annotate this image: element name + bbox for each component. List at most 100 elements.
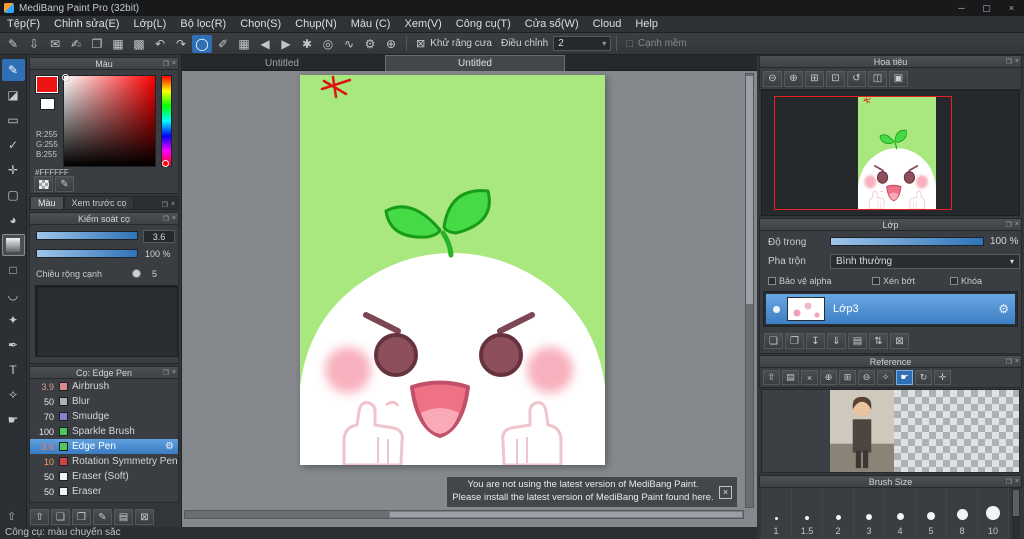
blend-mode-dropdown[interactable]: Bình thường ▾ (830, 254, 1020, 269)
import-image-icon[interactable]: ⇧ (763, 370, 780, 385)
vertical-scrollbar-thumb[interactable] (746, 76, 753, 304)
brush-size-cell[interactable]: 2 (823, 488, 854, 539)
circle-guide-icon[interactable]: ◎ (318, 35, 338, 53)
pen-icon[interactable]: ✎ (3, 35, 23, 53)
brush-row[interactable]: 10 Rotation Symmetry Pen ⚙ (30, 454, 178, 469)
brush-size-cell[interactable]: 8 (947, 488, 978, 539)
new-layer-icon[interactable]: ❏ (764, 333, 783, 349)
lock-checkbox[interactable]: Khóa (950, 276, 982, 286)
eyedropper-tool[interactable]: ✧ (2, 384, 25, 406)
menu-item[interactable]: Chỉnh sửa(E) (47, 17, 126, 31)
brush-folder-icon[interactable]: ▤ (114, 509, 133, 525)
close-icon[interactable]: × (1015, 58, 1019, 65)
gear-icon[interactable]: ⚙ (165, 441, 174, 452)
reference-image-area[interactable] (761, 389, 1020, 473)
brush-size-value[interactable]: 3.6 (143, 230, 175, 243)
menu-item[interactable]: Màu (C) (344, 17, 398, 31)
popout-icon[interactable]: ❐ (1006, 358, 1012, 366)
menu-item[interactable]: Bộ lọc(R) (173, 17, 233, 31)
gradient-tool[interactable] (2, 234, 25, 256)
zoom-in-icon[interactable]: ⊕ (820, 370, 837, 385)
layer-row-selected[interactable]: Lớp3 ⚙ (766, 294, 1015, 324)
brush-row[interactable]: 3.6 Edge Pen ⚙ (30, 439, 178, 454)
duplicate-layer-icon[interactable]: ❐ (785, 333, 804, 349)
brush-row[interactable]: 50 Eraser (Soft) ⚙ (30, 469, 178, 484)
merge-layer-icon[interactable]: ↧ (806, 333, 825, 349)
popout-icon[interactable]: ❐ (1006, 221, 1012, 229)
fit-window-icon[interactable]: ⊞ (805, 71, 824, 87)
transfer-layer-icon[interactable]: ⇓ (827, 333, 846, 349)
popout-icon[interactable]: ❐ (162, 201, 168, 209)
menu-item[interactable]: Cloud (586, 17, 629, 31)
clear-image-icon[interactable]: × (801, 370, 818, 385)
rotate-reset-icon[interactable]: ↺ (847, 71, 866, 87)
popout-icon[interactable]: ❐ (163, 369, 169, 377)
popout-icon[interactable]: ❐ (1006, 58, 1012, 66)
close-icon[interactable]: × (172, 369, 176, 376)
pixel-grid-icon[interactable]: ▦ (234, 35, 254, 53)
close-icon[interactable]: × (172, 215, 176, 222)
grid-icon[interactable]: ▩ (129, 35, 149, 53)
clipping-checkbox[interactable]: Xén bớt (872, 276, 915, 286)
duplicate-brush-icon[interactable]: ❐ (72, 509, 91, 525)
popout-icon[interactable]: ❐ (1006, 478, 1012, 486)
control-point-tool[interactable]: ✒ (2, 334, 25, 356)
eraser-tool[interactable]: ◪ (2, 84, 25, 106)
protect-alpha-checkbox[interactable]: Bảo vệ alpha (768, 276, 832, 286)
brush-size-cell[interactable]: 4 (885, 488, 916, 539)
move-tool[interactable]: ✛ (2, 159, 25, 181)
close-icon[interactable]: × (1015, 358, 1019, 365)
background-color-swatch[interactable] (40, 98, 55, 110)
brush-tool[interactable]: ✎ (2, 59, 25, 81)
adjust-dropdown[interactable]: 2 ▾ (553, 36, 611, 51)
close-icon[interactable]: × (171, 201, 175, 209)
delete-brush-icon[interactable]: ⊠ (135, 509, 154, 525)
popout-icon[interactable]: ❐ (163, 60, 169, 68)
layer-visibility-icon[interactable] (773, 306, 780, 313)
navigator-viewport-rect[interactable] (774, 96, 952, 210)
eyedropper-icon[interactable]: ✧ (877, 370, 894, 385)
crosshair-icon[interactable]: ✛ (934, 370, 951, 385)
menu-item[interactable]: Xem(V) (397, 17, 448, 31)
menu-item[interactable]: Công cụ(T) (449, 17, 518, 31)
brush-size-cell[interactable]: 5 (916, 488, 947, 539)
delete-layer-icon[interactable]: ⊠ (890, 333, 909, 349)
antialias-icon[interactable]: ⊠ (416, 37, 425, 50)
navigator-preview[interactable] (761, 90, 1020, 216)
reorder-layer-icon[interactable]: ⇅ (869, 333, 888, 349)
symmetry-icon[interactable]: ✱ (297, 35, 317, 53)
canvas-artwork[interactable] (300, 75, 605, 465)
document-tab-active[interactable]: Untitled (385, 55, 565, 71)
settings-icon[interactable]: ⚙ (360, 35, 380, 53)
layer-folder-icon[interactable]: ▤ (848, 333, 867, 349)
horizontal-scrollbar-thumb[interactable] (389, 511, 743, 518)
menu-item[interactable]: Chụp(N) (288, 17, 344, 31)
vertical-scrollbar[interactable] (745, 73, 754, 508)
brush-size-cell[interactable]: 10 (978, 488, 1009, 539)
finger-tool[interactable]: ▭ (2, 109, 25, 131)
brush-size-cell[interactable]: 1.5 (792, 488, 823, 539)
crosshair-icon[interactable]: ⊕ (381, 35, 401, 53)
foreground-color-swatch[interactable] (36, 76, 58, 93)
annotate-icon[interactable]: ✍ (66, 35, 86, 53)
collapse-icon[interactable]: ⇧ (30, 509, 49, 525)
popout-icon[interactable]: ❐ (163, 215, 169, 223)
brush-size-cell[interactable]: 1 (761, 488, 792, 539)
select-pen-tool[interactable]: □ (2, 259, 25, 281)
close-icon[interactable]: × (1015, 478, 1019, 485)
brush-row[interactable]: 100 Sparkle Brush ⚙ (30, 424, 178, 439)
soft-edge-icon[interactable]: □ (626, 38, 633, 50)
wand-tool[interactable]: ✦ (2, 309, 25, 331)
bucket-tool[interactable]: ◕ (2, 209, 25, 231)
zoom-out-icon[interactable]: ⊖ (763, 71, 782, 87)
tab-brush-preview[interactable]: Xem trước cọ (64, 196, 135, 209)
menu-item[interactable]: Help (628, 17, 665, 31)
redo-icon[interactable]: ↷ (171, 35, 191, 53)
document-tab[interactable]: Untitled (222, 55, 342, 71)
close-icon[interactable]: × (1015, 221, 1019, 228)
brush-row[interactable]: 70 Smudge ⚙ (30, 409, 178, 424)
text-tool[interactable]: T (2, 359, 25, 381)
gear-icon[interactable]: ⚙ (998, 302, 1009, 316)
edge-width-knob[interactable] (132, 269, 141, 278)
menu-item[interactable]: Lớp(L) (126, 17, 173, 31)
